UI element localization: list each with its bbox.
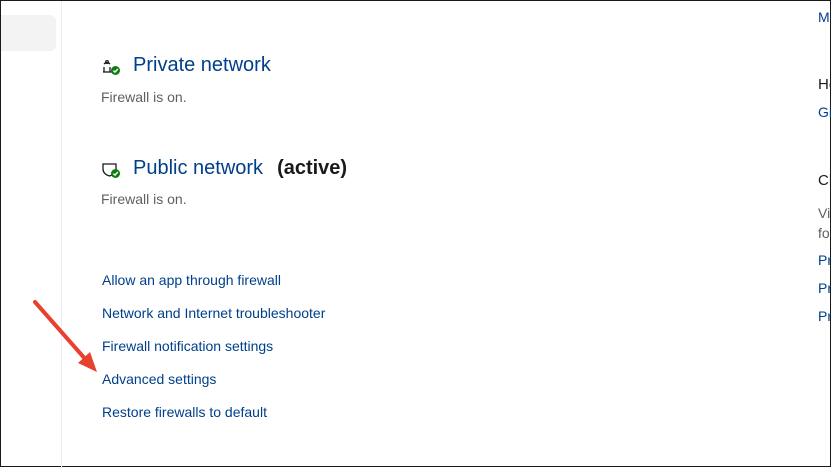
troubleshooter-link[interactable]: Network and Internet troubleshooter [102,304,325,337]
restore-defaults-link[interactable]: Restore firewalls to default [102,403,325,436]
change-text-line-2: fo [818,225,830,241]
advanced-settings-link[interactable]: Advanced settings [102,370,325,403]
allow-app-link[interactable]: Allow an app through firewall [102,271,325,304]
right-link-1[interactable]: Pr [818,252,831,268]
private-network-title[interactable]: Private network [133,54,271,77]
help-heading: He [818,76,831,93]
active-badge: (active) [277,157,348,179]
change-text-line-1: Vi [818,205,831,221]
left-navigation [1,1,62,468]
public-network-status: Firewall is on. [101,191,187,207]
private-network-header: Private network [101,54,271,77]
private-network-icon [101,56,121,76]
change-heading: Ch [818,172,831,189]
help-link[interactable]: Gi [818,104,831,120]
public-network-icon [101,159,121,179]
selected-nav-item[interactable] [1,15,56,51]
notification-settings-link[interactable]: Firewall notification settings [102,337,325,370]
right-top-link[interactable]: M [818,9,830,25]
right-sidebar: M He Gi Ch Vi fo Pr Pr Pr [818,1,831,468]
public-network-title[interactable]: Public network [133,157,263,180]
public-network-header: Public network (active) [101,157,347,180]
right-link-2[interactable]: Pr [818,280,831,296]
firewall-links-list: Allow an app through firewall Network an… [102,271,325,436]
private-network-status: Firewall is on. [101,89,187,105]
right-link-3[interactable]: Pr [818,308,831,324]
